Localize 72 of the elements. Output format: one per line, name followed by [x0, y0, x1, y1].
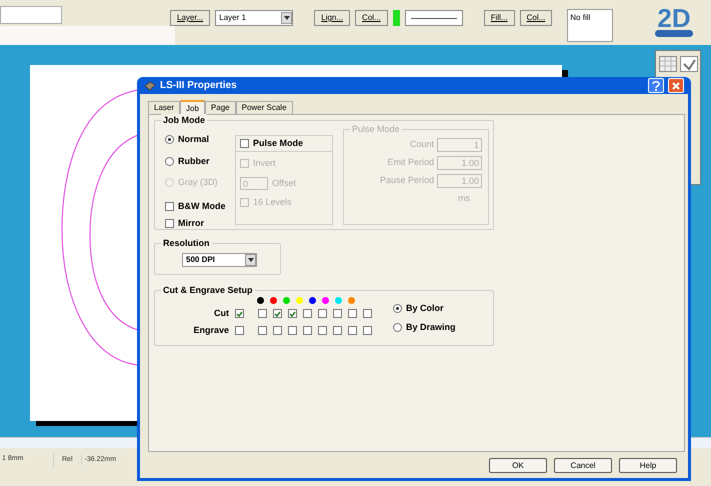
row-label: Cut: [213, 307, 229, 320]
field-label: Offset: [272, 176, 296, 190]
close-icon: [672, 82, 680, 90]
grid-icon[interactable]: [659, 56, 677, 72]
app-icon: [144, 80, 156, 90]
dialog-button[interactable]: Help: [619, 458, 677, 473]
group-title: Cut & Engrave Setup: [161, 284, 255, 298]
checkbox[interactable]: [333, 309, 342, 318]
checkbox[interactable]: [235, 309, 244, 318]
radio-label: Rubber: [178, 154, 210, 168]
checkbox-label: B&W Mode: [178, 200, 226, 212]
checkbox[interactable]: [363, 309, 372, 318]
toolbar-button[interactable]: Col...: [355, 10, 388, 26]
help-button[interactable]: [648, 78, 664, 93]
checkbox[interactable]: [165, 219, 174, 228]
checkbox[interactable]: [258, 326, 267, 335]
field-label: Pause Period: [380, 174, 434, 188]
checkbox-label: Invert: [253, 157, 276, 170]
radio-button[interactable]: [393, 304, 402, 314]
checkbox[interactable]: [273, 326, 282, 335]
checkbox[interactable]: [303, 309, 312, 318]
checkbox[interactable]: [165, 202, 174, 211]
tab[interactable]: Power Scale: [236, 101, 293, 114]
checkbox[interactable]: [303, 326, 312, 335]
checkbox-label: Pulse Mode: [253, 136, 304, 150]
checkbox[interactable]: [333, 326, 342, 335]
tab[interactable]: Laser: [148, 101, 180, 114]
tab[interactable]: Job: [180, 100, 205, 115]
checkbox[interactable]: [318, 309, 327, 318]
resolution-dropdown[interactable]: 500 DPI: [182, 253, 257, 267]
radio-label: By Drawing: [406, 320, 456, 334]
radio-label: By Color: [406, 302, 444, 315]
radio-button[interactable]: [165, 135, 174, 144]
toolbar-button[interactable]: Lign...: [314, 10, 350, 26]
checkbox[interactable]: [235, 326, 244, 335]
tab[interactable]: Page: [204, 101, 236, 114]
logo-badge: [655, 30, 693, 37]
dialog-button[interactable]: Cancel: [554, 458, 612, 473]
fill-field[interactable]: No fill: [567, 9, 614, 42]
checkbox[interactable]: [348, 309, 357, 318]
row-label: Engrave: [192, 324, 229, 337]
checkbox[interactable]: [318, 326, 327, 335]
radio-button[interactable]: [393, 322, 402, 332]
radio-label: Gray (3D): [178, 176, 218, 189]
line-style-selector[interactable]: [404, 10, 463, 26]
radio-button[interactable]: [165, 156, 174, 166]
checkbox-label: 16 Levels: [253, 196, 292, 209]
dialog-button[interactable]: OK: [489, 458, 547, 473]
close-button[interactable]: [668, 78, 684, 93]
field-label: Count: [410, 138, 434, 152]
checkbox[interactable]: [273, 309, 282, 318]
checkbox[interactable]: [363, 326, 372, 335]
toolbar-button[interactable]: Fill...: [484, 10, 515, 26]
toolbar-button[interactable]: Layer...: [170, 10, 210, 26]
radio-label: Normal: [178, 133, 210, 146]
checkbox[interactable]: [288, 326, 297, 335]
color-swatch[interactable]: [392, 10, 400, 26]
dropdown-arrow-icon: [248, 258, 254, 262]
checkbox[interactable]: [348, 326, 357, 335]
field-label: Emit Period: [387, 156, 434, 170]
window-title: LS-III Properties: [160, 79, 237, 93]
checkbox[interactable]: [258, 309, 267, 318]
checkbox[interactable]: [288, 309, 297, 318]
dropdown-arrow-icon: [284, 16, 290, 20]
question-icon: [652, 80, 660, 90]
checkbox[interactable]: [240, 139, 249, 148]
layer-dropdown[interactable]: Layer 1: [215, 10, 294, 26]
logo-text: 2D: [657, 6, 691, 30]
toolbar-button[interactable]: Col...: [520, 10, 552, 26]
checkbox-label: Mirror: [178, 217, 204, 230]
text-field[interactable]: [0, 6, 62, 24]
unit-label: ms: [458, 192, 471, 205]
